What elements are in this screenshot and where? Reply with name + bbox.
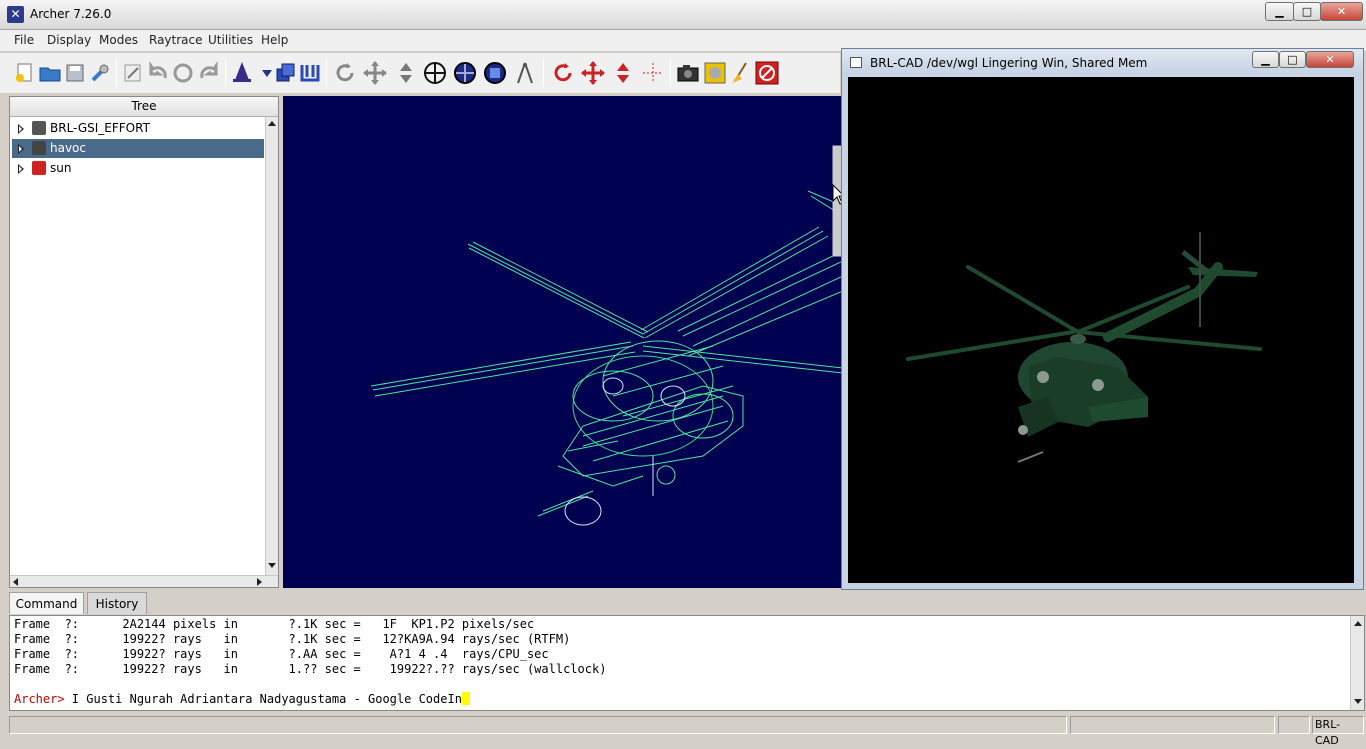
- raytrace-minimize-button[interactable]: ▁: [1252, 51, 1279, 68]
- console-output-line: Frame ?: 2A2144 pixels in ?.1K sec = 1F …: [14, 617, 535, 631]
- tree-header: Tree: [10, 97, 278, 117]
- binding-icon[interactable]: [297, 60, 323, 86]
- region-icon: [32, 161, 46, 175]
- console-output-line: Frame ?: 19922? rays in ?.AA sec = A?1 4…: [14, 647, 549, 661]
- translate-object-icon[interactable]: [580, 60, 606, 86]
- status-field: [1070, 716, 1275, 734]
- toolbar: [0, 53, 840, 93]
- tree-item-label: sun: [50, 161, 72, 175]
- tab-command[interactable]: Command: [9, 592, 84, 614]
- expand-arrow-icon[interactable]: [18, 164, 24, 174]
- command-console[interactable]: Frame ?: 2A2144 pixels in ?.1K sec = 1F …: [9, 615, 1365, 711]
- command-input[interactable]: I Gusti Ngurah Adriantara Nadyagustama -…: [65, 692, 462, 706]
- rotate-view-icon[interactable]: [332, 60, 358, 86]
- raytrace-title-bar[interactable]: BRL-CAD /dev/wgl Lingering Win, Shared M…: [842, 49, 1363, 75]
- undo-icon[interactable]: [145, 60, 171, 86]
- dropdown-arrow-icon[interactable]: [254, 60, 272, 86]
- status-field: [1278, 716, 1310, 734]
- window-title: Archer 7.26.0: [30, 7, 112, 21]
- scroll-down-icon[interactable]: [268, 563, 276, 568]
- framebuffer-icon[interactable]: [702, 60, 728, 86]
- expand-arrow-icon[interactable]: [18, 144, 24, 154]
- scale-object-icon[interactable]: [610, 60, 636, 86]
- expand-arrow-icon[interactable]: [18, 124, 24, 134]
- raytrace-close-button[interactable]: ✕: [1306, 51, 1354, 68]
- helicopter-wireframe: [370, 145, 843, 526]
- raytrace-render-canvas: [848, 77, 1354, 583]
- scroll-left-icon[interactable]: [13, 578, 18, 586]
- open-folder-icon[interactable]: [37, 60, 63, 86]
- wizard-icon[interactable]: [229, 60, 255, 86]
- minimize-button[interactable]: ▁: [1265, 2, 1294, 21]
- scale-view-icon[interactable]: [393, 60, 419, 86]
- menu-display[interactable]: Display: [47, 33, 91, 47]
- close-button[interactable]: ✕: [1320, 2, 1363, 21]
- abort-icon[interactable]: [754, 60, 780, 86]
- combination-icon: [32, 121, 46, 135]
- text-cursor: [461, 692, 470, 705]
- window-icon: [850, 57, 862, 68]
- translate-view-icon[interactable]: [362, 60, 388, 86]
- title-bar: ✕ Archer 7.26.0 ▁ □ ✕: [0, 0, 1366, 30]
- tree-horizontal-scrollbar[interactable]: [10, 575, 278, 587]
- raytrace-maximize-button[interactable]: □: [1279, 51, 1306, 68]
- console-vertical-scrollbar[interactable]: [1350, 616, 1364, 710]
- menu-raytrace[interactable]: Raytrace: [149, 33, 203, 47]
- tree-item-brl-gsi-effort[interactable]: BRL-GSI_EFFORT: [12, 119, 264, 138]
- maximize-button[interactable]: □: [1293, 2, 1321, 21]
- raytrace-camera-icon[interactable]: [675, 60, 701, 86]
- tree-item-label: BRL-GSI_EFFORT: [50, 121, 150, 135]
- combination-icon: [32, 141, 46, 155]
- status-message-field: [9, 716, 1067, 734]
- redo-icon[interactable]: [196, 60, 222, 86]
- center-object-icon[interactable]: [640, 60, 666, 86]
- tree-panel: Tree BRL-GSI_EFFORT havoc sun: [9, 96, 279, 588]
- clear-broom-icon[interactable]: [728, 60, 754, 86]
- menu-modes[interactable]: Modes: [99, 33, 138, 47]
- menu-utilities[interactable]: Utilities: [208, 33, 253, 47]
- revert-icon[interactable]: [170, 60, 196, 86]
- scroll-down-icon[interactable]: [1354, 699, 1362, 704]
- status-bar: BRL-CAD: [0, 713, 1366, 747]
- tree-item-label: havoc: [50, 141, 86, 155]
- scroll-right-icon[interactable]: [257, 578, 262, 586]
- zoom-in-icon[interactable]: [452, 60, 478, 86]
- console-output-line: Frame ?: 19922? rays in ?.1K sec = 12?KA…: [14, 632, 571, 646]
- scroll-up-icon[interactable]: [268, 121, 276, 126]
- tab-history[interactable]: History: [87, 592, 147, 614]
- menu-help[interactable]: Help: [261, 33, 288, 47]
- save-icon[interactable]: [62, 60, 88, 86]
- status-label: BRL-CAD: [1312, 716, 1364, 747]
- archer-app-icon: ✕: [7, 6, 24, 23]
- raytrace-window-title: BRL-CAD /dev/wgl Lingering Win, Shared M…: [870, 56, 1148, 70]
- edit-icon[interactable]: [120, 60, 146, 86]
- preferences-wrench-icon[interactable]: [87, 60, 113, 86]
- copy-object-icon[interactable]: [272, 60, 298, 86]
- command-prompt: Archer>: [14, 692, 65, 706]
- tree-item-havoc[interactable]: havoc: [12, 139, 264, 158]
- console-output-line: Frame ?: 19922? rays in 1.?? sec = 19922…: [14, 662, 607, 676]
- new-file-icon[interactable]: [12, 60, 38, 86]
- tree-item-sun[interactable]: sun: [12, 159, 264, 178]
- rendered-helicopter-image: [906, 232, 1262, 463]
- console-tabs: Command History: [9, 592, 1365, 614]
- tree-vertical-scrollbar[interactable]: [265, 117, 278, 575]
- command-input-line[interactable]: Archer> I Gusti Ngurah Adriantara Nadyag…: [14, 692, 470, 706]
- scroll-up-icon[interactable]: [1354, 621, 1362, 626]
- center-view-icon[interactable]: [422, 60, 448, 86]
- rotate-object-icon[interactable]: [550, 60, 576, 86]
- wireframe-viewport[interactable]: [283, 96, 843, 588]
- raytrace-window[interactable]: BRL-CAD /dev/wgl Lingering Win, Shared M…: [841, 48, 1364, 590]
- measure-compass-icon[interactable]: [512, 60, 538, 86]
- zoom-out-icon[interactable]: [482, 60, 508, 86]
- menu-file[interactable]: File: [14, 33, 34, 47]
